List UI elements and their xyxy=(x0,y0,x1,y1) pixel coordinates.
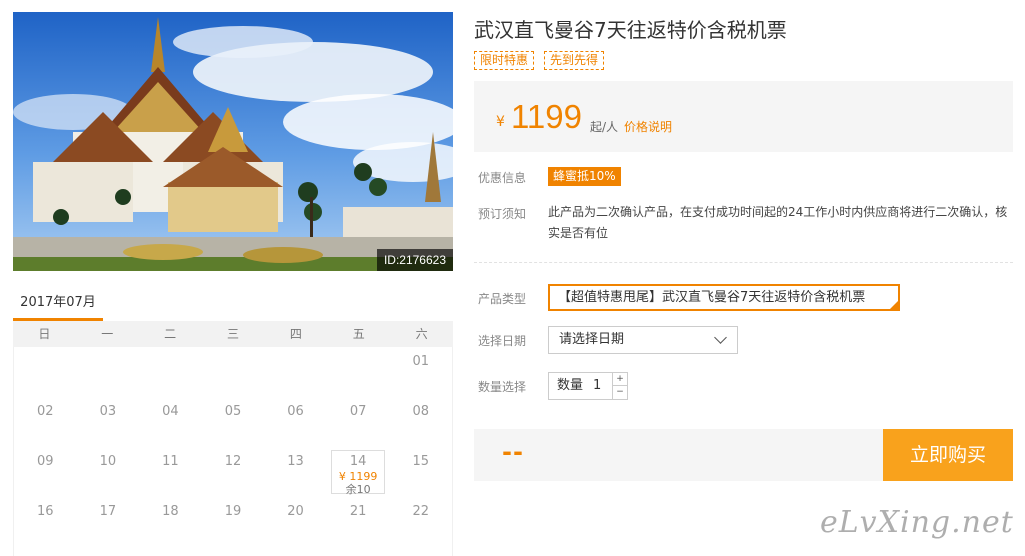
calendar-day: 15 xyxy=(389,447,452,497)
calendar-day: 06 xyxy=(264,397,327,447)
calendar-day: 16 xyxy=(14,497,77,547)
calendar-day: 20 xyxy=(264,497,327,547)
calendar-day-empty xyxy=(139,347,202,397)
calendar-day: 09 xyxy=(14,447,77,497)
notice-label: 预订须知 xyxy=(478,207,527,221)
weekday-label: 四 xyxy=(289,327,302,341)
calendar-day-remaining: 余10 xyxy=(345,483,371,496)
quantity-label: 数量选择 xyxy=(478,380,527,394)
tag-first-come: 先到先得 xyxy=(544,51,605,70)
calendar-day-number: 06 xyxy=(287,404,304,419)
section-divider xyxy=(474,262,1013,263)
calendar-day-number: 08 xyxy=(412,404,429,419)
calendar-day: 08 xyxy=(389,397,452,447)
calendar-day-number: 19 xyxy=(224,504,242,519)
product-type-option[interactable]: 【超值特惠甩尾】武汉直飞曼谷7天往返特价含税机票 xyxy=(548,284,900,311)
promo-label: 优惠信息 xyxy=(478,171,527,185)
calendar-day-number: 07 xyxy=(349,404,367,419)
calendar-day-number: 04 xyxy=(162,404,179,419)
calendar-day: 21 xyxy=(327,497,390,547)
calendar-day: 12 xyxy=(202,447,265,497)
site-watermark: eLvXing.net xyxy=(820,505,1014,540)
weekday-label: 六 xyxy=(415,327,428,341)
price-currency: ¥ xyxy=(496,114,505,130)
quantity-field-label: 数量 xyxy=(557,378,584,393)
temple-photo-illustration xyxy=(13,12,453,271)
tag-limited-offer: 限时特惠 xyxy=(474,51,535,70)
calendar-day-number: 12 xyxy=(224,454,242,469)
promo-badge: 蜂蜜抵10% xyxy=(548,167,621,186)
calendar-day-empty xyxy=(14,347,77,397)
calendar-day-number: 16 xyxy=(37,504,54,519)
date-select-value: 请选择日期 xyxy=(559,332,625,347)
calendar-day-number: 13 xyxy=(287,454,304,469)
calendar-month-tabs: 2017年07月 xyxy=(13,285,453,321)
calendar-day-number: 03 xyxy=(99,404,117,419)
calendar-day-empty xyxy=(202,347,265,397)
calendar-day-number: 20 xyxy=(287,504,304,519)
calendar-day: 18 xyxy=(139,497,202,547)
selected-corner-icon xyxy=(890,301,898,309)
calendar-day: 03 xyxy=(77,397,140,447)
quantity-value[interactable]: 1 xyxy=(593,373,601,399)
calendar-day: 01 xyxy=(389,347,452,397)
calendar-day-number: 21 xyxy=(349,504,367,519)
calendar-day-number: 22 xyxy=(412,504,429,519)
buy-now-button[interactable]: 立即购买 xyxy=(883,429,1013,481)
price-unit: 起/人 xyxy=(590,120,619,134)
calendar-weekday-header: 日 一 二 三 四 五 六 xyxy=(13,321,453,347)
calendar-day: 05 xyxy=(202,397,265,447)
calendar-grid: 01 02 03 04 05 06 07 08 09 10 11 12 13 1… xyxy=(13,347,453,556)
calendar-day: 07 xyxy=(327,397,390,447)
notice-text: 此产品为二次确认产品，在支付成功时间起的24工作小时内供应商将进行二次确认，核实… xyxy=(548,205,1008,240)
photo-id-label: ID:2176623 xyxy=(376,249,453,271)
product-type-value: 【超值特惠甩尾】武汉直飞曼谷7天往返特价含税机票 xyxy=(558,290,866,305)
calendar-day: 19 xyxy=(202,497,265,547)
calendar-day: 02 xyxy=(14,397,77,447)
quantity-increment-button[interactable]: + xyxy=(612,373,627,386)
product-type-label: 产品类型 xyxy=(478,292,527,306)
quantity-stepper: 数量 1 + − xyxy=(548,372,628,400)
weekday-label: 五 xyxy=(352,327,365,341)
calendar-day-number: 02 xyxy=(37,404,54,419)
calendar-day-number: 14 xyxy=(349,454,367,469)
calendar-day-number: 10 xyxy=(99,454,117,469)
product-tags: 限时特惠 先到先得 xyxy=(474,51,605,70)
weekday-label: 三 xyxy=(226,327,239,341)
product-photo: ID:2176623 xyxy=(13,12,453,271)
calendar-day-number: 05 xyxy=(224,404,242,419)
calendar-day-empty xyxy=(77,347,140,397)
calendar-day-number: 15 xyxy=(412,454,429,469)
weekday-label: 一 xyxy=(101,327,114,341)
product-title: 武汉直飞曼谷7天往返特价含税机票 xyxy=(474,18,787,42)
calendar-day: 22 xyxy=(389,497,452,547)
calendar-day-empty xyxy=(327,347,390,397)
total-price-display: -- xyxy=(502,438,524,466)
quantity-decrement-button[interactable]: − xyxy=(612,386,627,399)
weekday-label: 日 xyxy=(38,327,51,341)
price-box: ¥ 1199 起/人 价格说明 xyxy=(474,81,1013,152)
buy-bar: -- 立即购买 xyxy=(474,429,1013,481)
calendar-day-number: 11 xyxy=(162,454,179,469)
calendar-day: 17 xyxy=(77,497,140,547)
weekday-label: 二 xyxy=(164,327,177,341)
date-select[interactable]: 请选择日期 xyxy=(548,326,738,354)
calendar-day: 10 xyxy=(77,447,140,497)
calendar-day-number: 01 xyxy=(412,354,429,369)
calendar-day-number: 17 xyxy=(99,504,117,519)
calendar-day-empty xyxy=(264,347,327,397)
calendar-month-tab[interactable]: 2017年07月 xyxy=(13,291,103,310)
calendar-day: 13 xyxy=(264,447,327,497)
calendar-day-number: 09 xyxy=(37,454,54,469)
calendar-day: 11 xyxy=(139,447,202,497)
calendar-day: 04 xyxy=(139,397,202,447)
date-select-label: 选择日期 xyxy=(478,334,527,348)
calendar-day-available[interactable]: 14 ¥ 1199 余10 xyxy=(330,450,386,496)
chevron-down-icon xyxy=(714,331,727,344)
calendar-day-number: 18 xyxy=(162,504,179,519)
price-explain-link[interactable]: 价格说明 xyxy=(624,118,672,135)
calendar-day-price: ¥ 1199 xyxy=(338,470,378,483)
price-amount: 1199 xyxy=(511,98,582,135)
